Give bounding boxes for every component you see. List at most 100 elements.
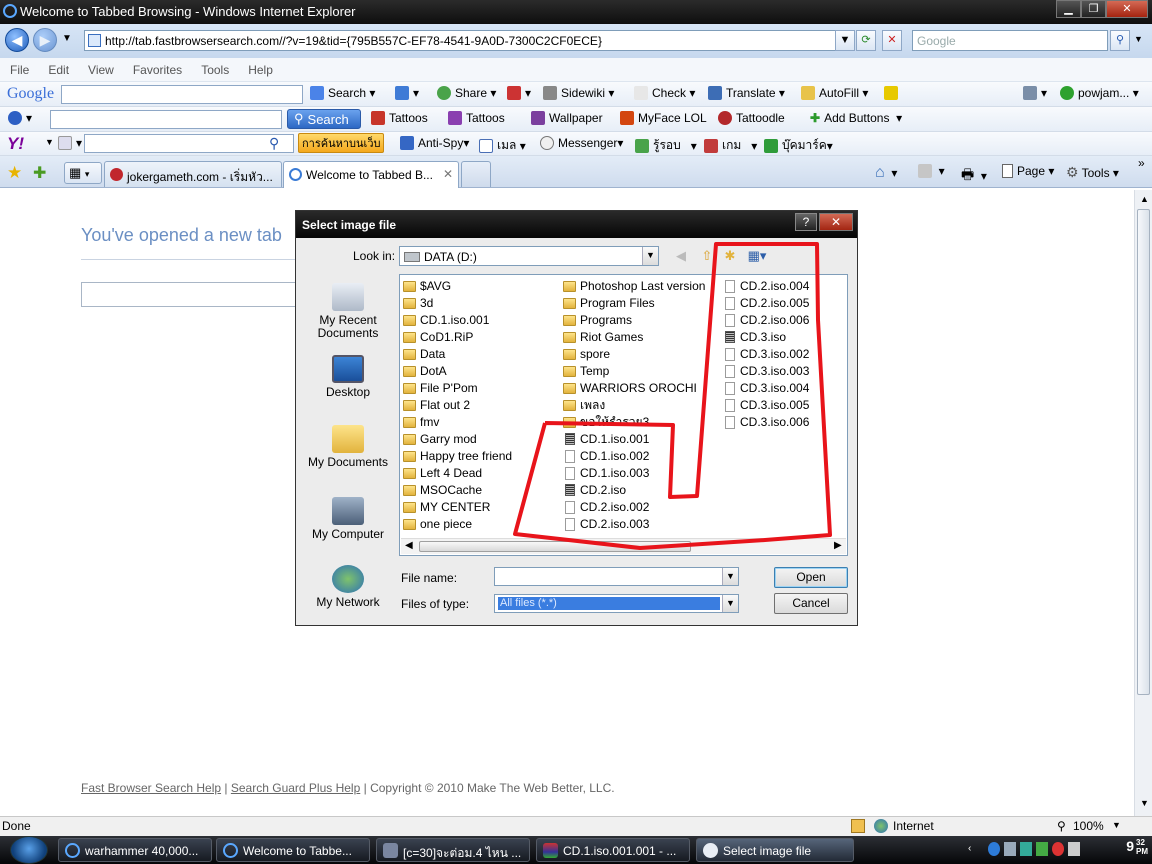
file-item[interactable]: CD.3.iso.005 (721, 397, 809, 414)
start-button[interactable] (10, 836, 48, 864)
file-item[interactable]: CoD1.RiP (401, 329, 512, 346)
file-item[interactable]: เพลง (561, 397, 705, 414)
file-name-input[interactable]: ▼ (494, 567, 739, 586)
file-item[interactable]: CD.3.iso.006 (721, 414, 809, 431)
file-item[interactable]: CD.2.iso (561, 482, 705, 499)
quick-tabs-button[interactable]: ▦ ▾ (64, 162, 102, 184)
file-item[interactable]: MY CENTER (401, 499, 512, 516)
file-type-dropdown-icon[interactable]: ▼ (722, 595, 738, 612)
chevron-more-icon[interactable]: » (1138, 156, 1145, 170)
wallpaper-button[interactable]: Wallpaper (531, 111, 603, 125)
file-item[interactable]: one piece (401, 516, 512, 533)
place-recent-documents[interactable]: My Recent Documents (304, 283, 392, 340)
myface-button[interactable]: MyFace LOL (620, 111, 707, 125)
search-input[interactable]: Google (912, 30, 1108, 51)
tab-close-icon[interactable]: ✕ (443, 167, 453, 181)
menu-tools[interactable]: Tools (201, 63, 229, 77)
file-item[interactable]: WARRIORS OROCHI (561, 380, 705, 397)
file-item[interactable]: CD.2.iso.004 (721, 278, 809, 295)
tray-expand-icon[interactable]: ‹ (968, 843, 971, 854)
yahoo-logo[interactable]: Y! (7, 134, 24, 154)
yahoo-magnifier-icon[interactable]: ⚲ (269, 135, 279, 152)
file-item[interactable]: Programs (561, 312, 705, 329)
address-bar[interactable]: http://tab.fastbrowsersearch.com//?v=19&… (84, 30, 852, 51)
tattoodle-button[interactable]: Tattoodle (718, 111, 785, 125)
tray-app2-icon[interactable] (1036, 842, 1048, 856)
file-item[interactable]: Program Files (561, 295, 705, 312)
view-menu-icon[interactable]: ▦▾ (745, 247, 769, 265)
cancel-button[interactable]: Cancel (774, 593, 848, 614)
tray-shield-icon[interactable] (988, 842, 1000, 856)
place-my-computer[interactable]: My Computer (304, 497, 392, 541)
scroll-left-icon[interactable]: ◀ (405, 540, 413, 551)
look-in-dropdown-icon[interactable]: ▼ (642, 247, 658, 265)
stop-button[interactable]: ✕ (882, 30, 902, 51)
file-item[interactable]: Happy tree friend (401, 448, 512, 465)
dialog-close-button[interactable]: ✕ (819, 213, 853, 231)
google-plus-button[interactable]: ▾ (395, 86, 419, 100)
file-item[interactable]: Photoshop Last version (561, 278, 705, 295)
task-welcome[interactable]: Welcome to Tabbe... (216, 838, 370, 862)
games-button[interactable]: เกม ▾ (704, 136, 757, 155)
file-item[interactable]: CD.1.iso.001 (561, 431, 705, 448)
tray-volume-icon[interactable] (1068, 842, 1080, 856)
print-button[interactable]: 🖶 ▾ (961, 164, 987, 188)
file-item[interactable]: Temp (561, 363, 705, 380)
yahoo-bookmark-icon[interactable]: ▾ (58, 136, 82, 150)
file-item[interactable]: CD.2.iso.003 (561, 516, 705, 533)
search-go-icon[interactable]: ⚲ (1110, 30, 1130, 51)
maximize-button[interactable]: ❐ (1081, 0, 1106, 18)
fast-browser-search-help-link[interactable]: Fast Browser Search Help (81, 781, 221, 795)
page-menu-button[interactable]: Page ▾ (1002, 164, 1054, 178)
h-scroll-thumb[interactable] (419, 541, 691, 552)
minimize-button[interactable]: ▁ (1056, 0, 1081, 18)
file-item[interactable]: fmv (401, 414, 512, 431)
security-icon[interactable] (851, 819, 865, 833)
add-favorites-icon[interactable]: ✚ (33, 163, 46, 183)
file-name-dropdown-icon[interactable]: ▼ (722, 568, 738, 585)
task-warhammer[interactable]: warhammer 40,000... (58, 838, 212, 862)
help-button[interactable]: ? (795, 213, 817, 231)
search-options-icon[interactable]: ▼ (1134, 34, 1143, 44)
back-button[interactable]: ◀ (5, 28, 29, 52)
page-search-input[interactable] (81, 282, 301, 307)
clock[interactable]: 9 32 PM (1126, 838, 1148, 856)
tray-app-icon[interactable] (1020, 842, 1032, 856)
menu-view[interactable]: View (88, 63, 114, 77)
open-button[interactable]: Open (774, 567, 848, 588)
tray-antivirus-icon[interactable] (1052, 842, 1064, 856)
file-item[interactable]: Garry mod (401, 431, 512, 448)
scroll-up-icon[interactable]: ▲ (1140, 194, 1149, 204)
tools-menu-button[interactable]: ⚙ Tools ▾ (1066, 164, 1119, 181)
google-search-button[interactable]: Search ▾ (310, 86, 375, 100)
add-buttons-button[interactable]: ✚ Add Buttons ▾ (810, 111, 902, 125)
tab-welcome-active[interactable]: Welcome to Tabbed B... ✕ (283, 161, 459, 188)
tray-network-icon[interactable] (1004, 842, 1016, 856)
autofill-button[interactable]: AutoFill ▾ (801, 86, 868, 100)
file-item[interactable]: CD.3.iso.002 (721, 346, 809, 363)
new-folder-icon[interactable]: ✱ (721, 247, 739, 265)
menu-edit[interactable]: Edit (48, 63, 69, 77)
task-archive[interactable]: CD.1.iso.001.001 - ... (536, 838, 690, 862)
file-item[interactable]: spore (561, 346, 705, 363)
tattoos-button-1[interactable]: Tattoos (371, 111, 428, 125)
yahoo-web-search-button[interactable]: การค้นหาบนเว็บ (298, 133, 385, 153)
file-item[interactable]: CD.3.iso (721, 329, 809, 346)
new-tab-button[interactable] (461, 161, 491, 187)
close-button[interactable]: ✕ (1106, 0, 1148, 18)
file-item[interactable]: CD.3.iso.004 (721, 380, 809, 397)
file-item[interactable]: Data (401, 346, 512, 363)
file-item[interactable]: ขอให้รำรวย3 (561, 414, 705, 431)
zoom-dropdown-icon[interactable]: ▼ (1112, 820, 1121, 830)
google-search-box[interactable] (61, 85, 303, 104)
file-item[interactable]: File P'Pom (401, 380, 512, 397)
back-folder-icon[interactable]: ◀ (672, 247, 690, 265)
favorites-star-icon[interactable]: ★ (7, 163, 22, 183)
file-type-select[interactable]: All files (*.*) ▼ (494, 594, 739, 613)
place-my-documents[interactable]: My Documents (304, 425, 392, 469)
file-item[interactable]: Riot Games (561, 329, 705, 346)
vertical-scrollbar[interactable]: ▲ ▼ (1134, 190, 1152, 816)
mail-button[interactable]: เมล ▾ (479, 136, 526, 155)
scroll-right-icon[interactable]: ▶ (834, 540, 842, 551)
file-item[interactable]: DotA (401, 363, 512, 380)
